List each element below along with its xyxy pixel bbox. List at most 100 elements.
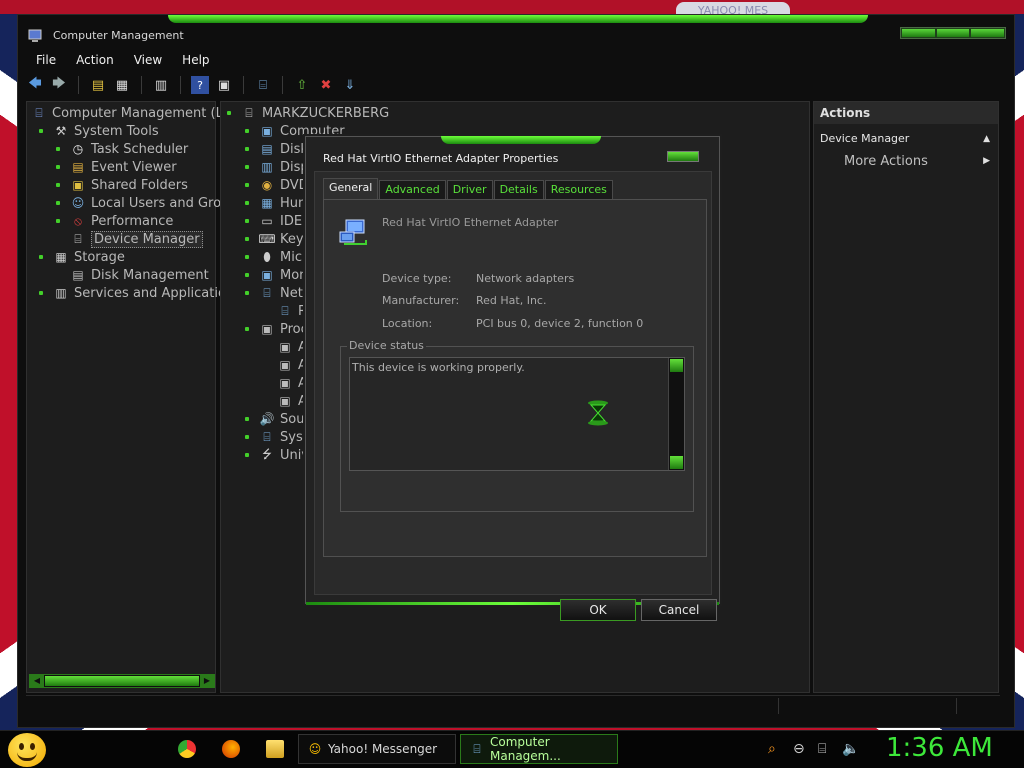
up-folder-icon[interactable]: ▤	[89, 76, 107, 94]
actions-section-device-manager[interactable]: Device Manager ▲	[820, 132, 992, 150]
vertical-scrollbar[interactable]	[668, 358, 684, 470]
menu-file[interactable]: File	[26, 51, 66, 71]
minimize-button[interactable]	[902, 29, 935, 37]
menu-view[interactable]: View	[124, 51, 172, 71]
expand-bullet[interactable]	[245, 255, 249, 259]
action-pane-icon[interactable]: ▣	[215, 76, 233, 94]
expand-bullet[interactable]	[245, 165, 249, 169]
tree-item-shared-folders[interactable]: ▣ Shared Folders	[56, 176, 188, 194]
expand-bullet[interactable]	[245, 291, 249, 295]
device-category[interactable]: ⌸ Sys	[245, 428, 303, 446]
expand-bullet[interactable]	[245, 129, 249, 133]
dialog-close-button[interactable]	[667, 151, 699, 162]
device-tree-root[interactable]: ⌸ MARKZUCKERBERG	[227, 104, 389, 122]
device-item-processor[interactable]: ▣ A	[277, 374, 307, 392]
expand-bullet[interactable]	[245, 453, 249, 457]
tab-resources[interactable]: Resources	[544, 180, 613, 199]
tree-root[interactable]: ⌸ Computer Management (Loc	[31, 104, 237, 122]
tree-item-label: Services and Applications	[74, 285, 241, 301]
scroll-left-button[interactable]: ◀	[30, 675, 44, 687]
expand-bullet[interactable]	[245, 327, 249, 331]
folder-icon[interactable]	[266, 740, 284, 758]
expand-bullet[interactable]	[39, 255, 43, 259]
device-category[interactable]: ▦ Hum	[245, 194, 311, 212]
device-category[interactable]: ⭍ Univ	[245, 446, 309, 464]
expand-bullet[interactable]	[39, 129, 43, 133]
scroll-down-button[interactable]	[670, 456, 683, 469]
device-item-processor[interactable]: ▣ A	[277, 356, 307, 374]
tab-driver[interactable]: Driver	[446, 180, 493, 199]
expand-bullet[interactable]	[245, 237, 249, 241]
chrome-icon[interactable]	[178, 740, 196, 758]
firefox-icon[interactable]	[222, 740, 240, 758]
device-category[interactable]: ⌨ Key	[245, 230, 304, 248]
menu-help[interactable]: Help	[172, 51, 219, 71]
collapse-up-icon[interactable]: ▲	[983, 134, 990, 144]
show-hide-console-tree-icon[interactable]: ▦	[113, 76, 131, 94]
tree-item-system-tools[interactable]: ⚒ System Tools	[39, 122, 159, 140]
tree-item-task-scheduler[interactable]: ◷ Task Scheduler	[56, 140, 188, 158]
forward-icon[interactable]: 🡆	[50, 76, 68, 94]
window-controls[interactable]	[900, 27, 1006, 39]
scrollbar-thumb[interactable]	[45, 676, 199, 686]
tree-item-event-viewer[interactable]: ▤ Event Viewer	[56, 158, 177, 176]
device-category[interactable]: ◉ DVD	[245, 176, 309, 194]
scroll-right-button[interactable]: ▶	[200, 675, 214, 687]
network-icon[interactable]: ⌸	[818, 741, 826, 757]
help-icon[interactable]: ?	[191, 76, 209, 94]
device-category-network[interactable]: ⌸ Netw	[245, 284, 313, 302]
device-category[interactable]: ▭ IDE	[245, 212, 302, 230]
tree-item-local-users[interactable]: ☺ Local Users and Grou	[56, 194, 229, 212]
ok-button[interactable]: OK	[560, 599, 636, 621]
device-item-processor[interactable]: ▣ A	[277, 392, 307, 410]
clock[interactable]: 1:36 AM	[886, 733, 993, 763]
device-category[interactable]: ⬮ Mic	[245, 248, 302, 266]
expand-bullet[interactable]	[245, 273, 249, 277]
expand-bullet[interactable]	[245, 435, 249, 439]
device-category[interactable]: ▣ Mon	[245, 266, 307, 284]
tab-details[interactable]: Details	[493, 180, 544, 199]
task-computer-management[interactable]: ⌸ Computer Managem...	[460, 734, 618, 764]
tree-item-performance[interactable]: ⦸ Performance	[56, 212, 173, 230]
expand-bullet[interactable]	[245, 147, 249, 151]
computer-icon: ⌸	[245, 105, 253, 120]
more-actions-item[interactable]: More Actions ▶	[844, 154, 992, 172]
disable-device-icon[interactable]: ⇓	[341, 76, 359, 94]
horizontal-scrollbar[interactable]: ◀ ▶	[29, 674, 215, 688]
close-button[interactable]	[971, 29, 1005, 37]
search-icon[interactable]: ⌕	[768, 741, 776, 757]
tree-item-storage[interactable]: ▦ Storage	[39, 248, 125, 266]
scroll-up-button[interactable]	[670, 359, 683, 372]
device-item-processor[interactable]: ▣ A	[277, 338, 307, 356]
expand-bullet[interactable]	[39, 291, 43, 295]
device-status-textbox[interactable]: This device is working properly.	[349, 357, 685, 471]
menu-action[interactable]: Action	[66, 51, 124, 71]
device-item-network-adapter[interactable]: ⌸ R	[277, 302, 307, 320]
expand-bullet[interactable]	[245, 219, 249, 223]
device-category[interactable]: ▤ Disk	[245, 140, 308, 158]
expand-bullet[interactable]	[245, 201, 249, 205]
scan-hardware-icon[interactable]: ⌸	[254, 76, 272, 94]
dialog-glow	[441, 136, 601, 144]
tree-item-disk-management[interactable]: ▤ Disk Management	[70, 266, 208, 284]
properties-icon[interactable]: ▥	[152, 76, 170, 94]
start-button[interactable]	[8, 733, 46, 767]
expand-bullet[interactable]	[245, 183, 249, 187]
window-titlebar[interactable]: Computer Management	[18, 23, 1014, 51]
device-category[interactable]: ▥ Disp	[245, 158, 309, 176]
tab-general[interactable]: General	[323, 178, 379, 199]
device-category[interactable]: 🔊 Sou	[245, 410, 304, 428]
cancel-button[interactable]: Cancel	[641, 599, 717, 621]
volume-minus-icon[interactable]: ⊖	[793, 741, 805, 757]
maximize-button[interactable]	[936, 29, 970, 37]
tab-advanced[interactable]: Advanced	[379, 180, 446, 199]
update-driver-icon[interactable]: ⇧	[293, 76, 311, 94]
tree-item-device-manager[interactable]: ⌸ Device Manager	[70, 230, 203, 248]
device-category-processors[interactable]: ▣ Proc	[245, 320, 308, 338]
expand-bullet[interactable]	[245, 417, 249, 421]
tree-item-services[interactable]: ▥ Services and Applications	[39, 284, 241, 302]
speaker-icon[interactable]: 🔈	[842, 741, 859, 757]
back-icon[interactable]: 🡄	[26, 76, 44, 94]
uninstall-device-icon[interactable]: ✖	[317, 76, 335, 94]
task-yahoo-messenger[interactable]: ☺ Yahoo! Messenger	[298, 734, 456, 764]
